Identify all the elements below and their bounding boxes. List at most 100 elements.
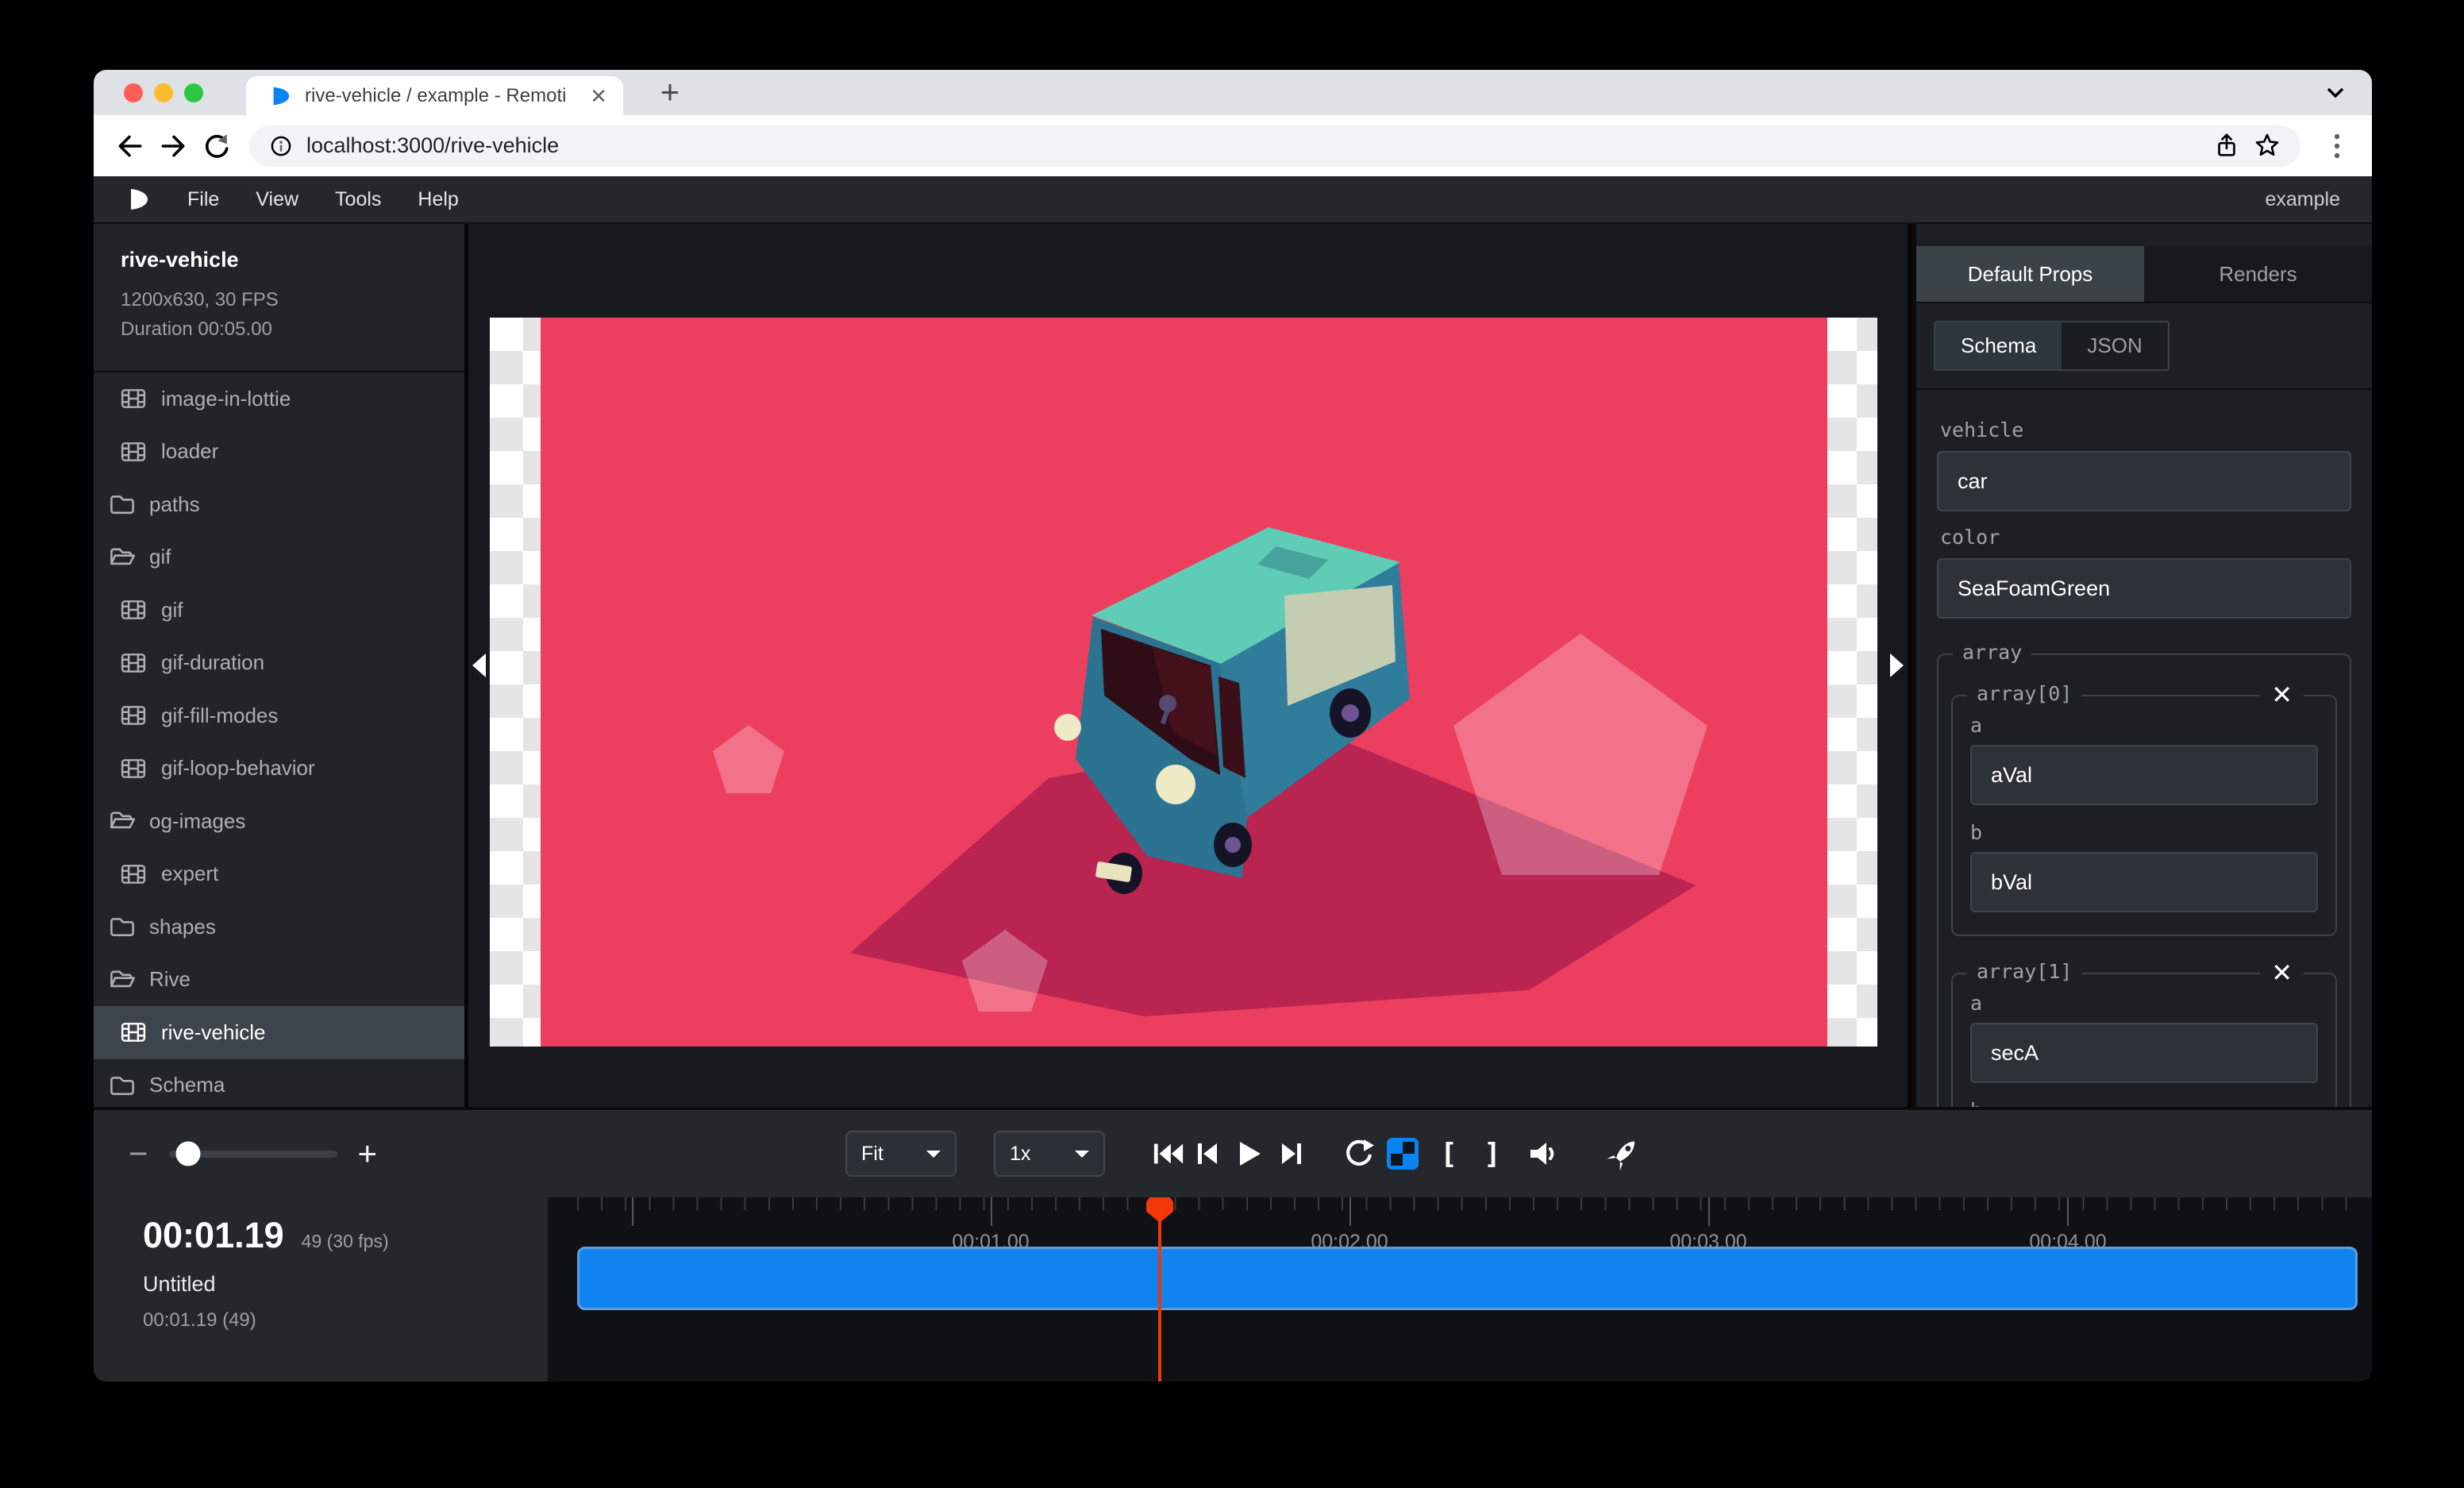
timeline: 00:01.19 49 (30 fps) Untitled 00:01.19 (… [94,1197,2372,1382]
sidebar-item-og-images[interactable]: og-images [94,795,464,848]
sidebar-item-label: gif-fill-modes [161,704,278,728]
array-item-0-fieldset: array[0] ✕ a aVal b bVal [1951,695,2337,936]
array-item-1-legend: array[1] [1967,960,2081,983]
share-icon[interactable] [2213,133,2240,160]
toggle-json[interactable]: JSON [2062,322,2167,369]
window-controls [124,83,203,102]
tab-renders[interactable]: Renders [2144,246,2372,302]
tab-search-chevron-icon[interactable] [2321,79,2350,112]
next-frame-button[interactable] [1272,1134,1311,1174]
url-text[interactable]: localhost:3000/rive-vehicle [306,133,2200,158]
a-field-label: a [1970,992,2318,1015]
maximize-window-button[interactable] [184,83,203,102]
zoom-slider[interactable] [169,1151,337,1158]
array-fieldset-legend: array [1953,641,2031,664]
sidebar-item-rive-folder[interactable]: Rive [94,954,464,1007]
reload-icon[interactable] [198,129,233,164]
b-field[interactable]: bVal [1970,852,2318,912]
forward-icon[interactable] [156,129,191,164]
a-field-label: a [1970,714,2318,737]
volume-icon[interactable] [1525,1134,1565,1174]
tab-default-props[interactable]: Default Props [1916,246,2144,302]
playhead-line[interactable] [1158,1197,1161,1382]
remove-array-item-1-icon[interactable]: ✕ [2260,957,2304,989]
remotion-logo-icon[interactable] [125,187,151,212]
toggle-schema[interactable]: Schema [1935,322,2062,369]
remove-array-item-0-icon[interactable]: ✕ [2260,679,2304,711]
minimize-window-button[interactable] [154,83,173,102]
sidebar-item-gif[interactable]: gif [94,584,464,637]
menu-file[interactable]: File [187,188,219,211]
color-field[interactable]: SeaFoamGreen [1937,558,2351,619]
set-in-point-button[interactable]: [ [1429,1134,1469,1174]
zoom-out-icon[interactable]: − [129,1137,148,1170]
sidebar-item-gif-duration[interactable]: gif-duration [94,637,464,690]
a-field[interactable]: secA [1970,1023,2318,1083]
sidebar-item-gif-fill-modes[interactable]: gif-fill-modes [94,689,464,742]
render-rocket-icon[interactable] [1604,1134,1643,1174]
vehicle-field[interactable]: car [1937,451,2351,511]
a-field[interactable]: aVal [1970,745,2318,805]
van-illustration [541,318,1827,1047]
menu-help[interactable]: Help [418,188,458,211]
previous-frame-button[interactable] [1188,1134,1227,1174]
back-icon[interactable] [113,129,148,164]
schema-fields: vehicle car color SeaFoamGreen array arr… [1916,390,2372,1107]
sidebar-item-label: expert [161,862,218,886]
zoom-slider-knob[interactable] [175,1142,200,1166]
play-button[interactable] [1229,1134,1269,1174]
fit-dropdown[interactable]: Fit [845,1131,957,1177]
transparency-checkerboard-toggle[interactable] [1383,1134,1423,1174]
playback-speed-dropdown[interactable]: 1x [994,1131,1105,1177]
track-name: Untitled [143,1272,548,1297]
browser-tab[interactable]: rive-vehicle / example - Remoti ✕ [246,76,623,115]
timeline-track-bar[interactable] [577,1247,2358,1310]
fit-dropdown-value: Fit [861,1143,884,1166]
loop-toggle-icon[interactable] [1339,1134,1379,1174]
zoom-in-icon[interactable]: + [358,1137,378,1170]
tab-close-icon[interactable]: ✕ [590,86,607,106]
new-tab-button[interactable]: + [651,73,689,111]
props-mode-toggle: Schema JSON [1916,303,2372,390]
sidebar-item-paths[interactable]: paths [94,478,464,531]
menu-tools[interactable]: Tools [335,188,381,211]
collapse-panel-chevron-icon[interactable] [1890,653,1904,677]
sidebar-item-label: gif-duration [161,650,264,675]
menu-view[interactable]: View [256,188,298,211]
sidebar-item-image-in-lottie[interactable]: image-in-lottie [94,372,464,426]
film-icon [121,756,146,781]
timeline-ruler-minor-ticks[interactable] [577,1197,2358,1210]
sidebar-item-schema[interactable]: Schema [94,1059,464,1112]
array-fieldset: array array[0] ✕ a aVal b bVal array[1] … [1937,653,2351,1107]
sidebar-item-loader[interactable]: loader [94,426,464,479]
set-out-point-button[interactable]: ] [1473,1134,1512,1174]
sidebar-item-label: gif-loop-behavior [161,756,315,781]
browser-tabstrip: rive-vehicle / example - Remoti ✕ + [94,70,2372,115]
sidebar-item-gif-folder[interactable]: gif [94,531,464,584]
vehicle-animation [541,318,1827,1047]
sidebar-item-shapes[interactable]: shapes [94,900,464,954]
remotion-favicon [268,84,292,108]
folder-icon [109,491,136,518]
skip-to-start-button[interactable] [1149,1134,1188,1174]
playback-toolbar: − + Fit 1x [ ] [94,1107,2372,1197]
bookmark-star-icon[interactable] [2253,132,2281,160]
sidebar-item-expert[interactable]: expert [94,848,464,901]
composition-list: image-in-lottie loader paths gif gif [94,372,464,1112]
folder-icon [109,1072,136,1099]
zoom-control: − + [129,1137,377,1170]
folder-open-icon [109,544,136,571]
site-info-icon[interactable] [268,133,294,159]
browser-menu-icon[interactable] [2321,129,2353,164]
sidebar-item-rive-vehicle[interactable]: rive-vehicle [94,1006,464,1059]
composition-name: rive-vehicle [121,248,464,272]
sidebar-item-label: paths [149,492,200,517]
collapse-sidebar-chevron-icon[interactable] [472,653,486,677]
array-item-1-fieldset: array[1] ✕ a secA b [1951,973,2337,1107]
b-field-label: b [1970,1099,2318,1107]
url-bar[interactable]: localhost:3000/rive-vehicle [249,125,2300,167]
close-window-button[interactable] [124,83,143,102]
folder-open-icon [109,808,136,835]
sidebar-item-label: gif [149,545,171,569]
sidebar-item-gif-loop-behavior[interactable]: gif-loop-behavior [94,742,464,796]
